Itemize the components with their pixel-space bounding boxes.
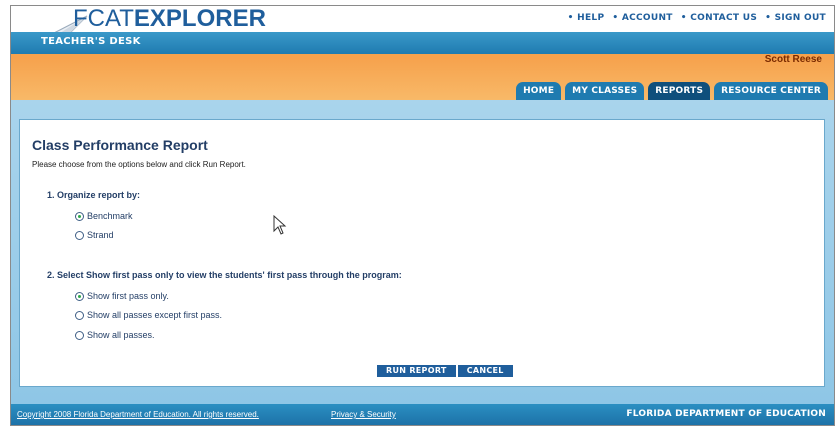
- copyright-link[interactable]: Copyright 2008 Florida Department of Edu…: [17, 410, 259, 419]
- action-buttons: RUN REPORT CANCEL: [377, 365, 513, 377]
- organize-question: 1. Organize report by:: [47, 190, 141, 200]
- help-link[interactable]: • HELP: [568, 13, 605, 23]
- radio-unchecked-icon[interactable]: [75, 230, 84, 240]
- tab-my-classes[interactable]: MY CLASSES: [565, 82, 645, 100]
- privacy-security-link[interactable]: Privacy & Security: [331, 410, 396, 419]
- radio-all-except-first[interactable]: Show all passes except first pass.: [75, 310, 222, 320]
- tab-resource-center[interactable]: RESOURCE CENTER: [714, 82, 828, 100]
- radio-first-pass-only[interactable]: Show first pass only.: [75, 291, 169, 301]
- cancel-button[interactable]: CANCEL: [457, 365, 513, 377]
- content-border: Class Performance Report Please choose f…: [11, 100, 834, 408]
- utility-links: • HELP • ACCOUNT • CONTACT US • SIGN OUT: [568, 13, 826, 23]
- user-name: Scott Reese: [764, 54, 822, 65]
- account-link[interactable]: • ACCOUNT: [612, 13, 672, 23]
- page-title: Class Performance Report: [32, 137, 208, 153]
- report-panel: Class Performance Report Please choose f…: [19, 119, 825, 387]
- radio-label: Benchmark: [87, 211, 133, 221]
- radio-strand[interactable]: Strand: [75, 230, 114, 240]
- radio-label: Show all passes.: [87, 330, 155, 340]
- app-window: FCATEXPLORER • HELP • ACCOUNT • CONTACT …: [10, 5, 835, 426]
- contact-us-link[interactable]: • CONTACT US: [681, 13, 757, 23]
- radio-label: Show first pass only.: [87, 291, 169, 301]
- tab-home[interactable]: HOME: [516, 82, 562, 100]
- radio-benchmark[interactable]: Benchmark: [75, 211, 133, 221]
- footer-org-name: FLORIDA DEPARTMENT OF EDUCATION: [626, 409, 826, 419]
- intro-text: Please choose from the options below and…: [32, 160, 246, 169]
- section-title: TEACHER'S DESK: [41, 36, 141, 47]
- tab-reports[interactable]: REPORTS: [648, 82, 711, 100]
- radio-checked-icon[interactable]: [75, 211, 84, 221]
- radio-unchecked-icon[interactable]: [75, 330, 84, 340]
- top-bar: FCATEXPLORER • HELP • ACCOUNT • CONTACT …: [11, 6, 834, 51]
- radio-checked-icon[interactable]: [75, 291, 84, 301]
- radio-label: Show all passes except first pass.: [87, 310, 223, 320]
- main-nav-tabs: HOME MY CLASSES REPORTS RESOURCE CENTER: [516, 82, 828, 100]
- radio-all-passes[interactable]: Show all passes.: [75, 330, 155, 340]
- sign-out-link[interactable]: • SIGN OUT: [765, 13, 826, 23]
- radio-unchecked-icon[interactable]: [75, 310, 84, 320]
- pass-question: 2. Select Show first pass only to view t…: [47, 270, 402, 280]
- radio-label: Strand: [87, 230, 114, 240]
- mouse-pointer-icon: [273, 215, 287, 235]
- fcat-explorer-logo[interactable]: FCATEXPLORER: [73, 6, 266, 32]
- run-report-button[interactable]: RUN REPORT: [377, 365, 456, 377]
